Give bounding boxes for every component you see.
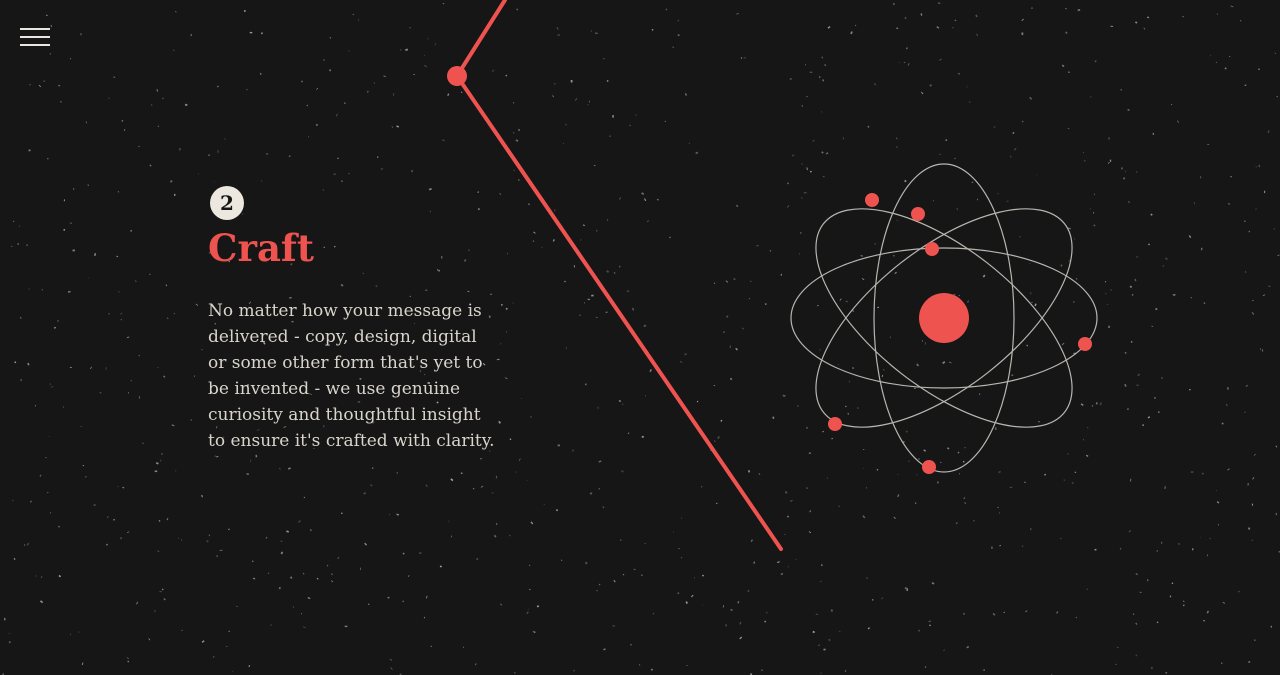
craft-section: 2 Craft No matter how your message is de… bbox=[208, 186, 508, 454]
menu-bar bbox=[20, 36, 50, 38]
menu-bar bbox=[20, 44, 50, 46]
electron bbox=[911, 207, 925, 221]
atom-icon bbox=[790, 163, 1098, 474]
electron bbox=[922, 460, 936, 474]
step-number-badge: 2 bbox=[210, 186, 244, 220]
section-title: Craft bbox=[208, 226, 314, 270]
electron bbox=[1078, 337, 1092, 351]
electron bbox=[925, 242, 939, 256]
section-description: No matter how your message is delivered … bbox=[208, 301, 495, 451]
hamburger-menu-icon[interactable] bbox=[20, 28, 50, 48]
page: 2 Craft No matter how your message is de… bbox=[0, 0, 1280, 675]
nucleus bbox=[919, 293, 969, 343]
electron bbox=[865, 193, 879, 207]
electron bbox=[828, 417, 842, 431]
menu-bar bbox=[20, 28, 50, 30]
